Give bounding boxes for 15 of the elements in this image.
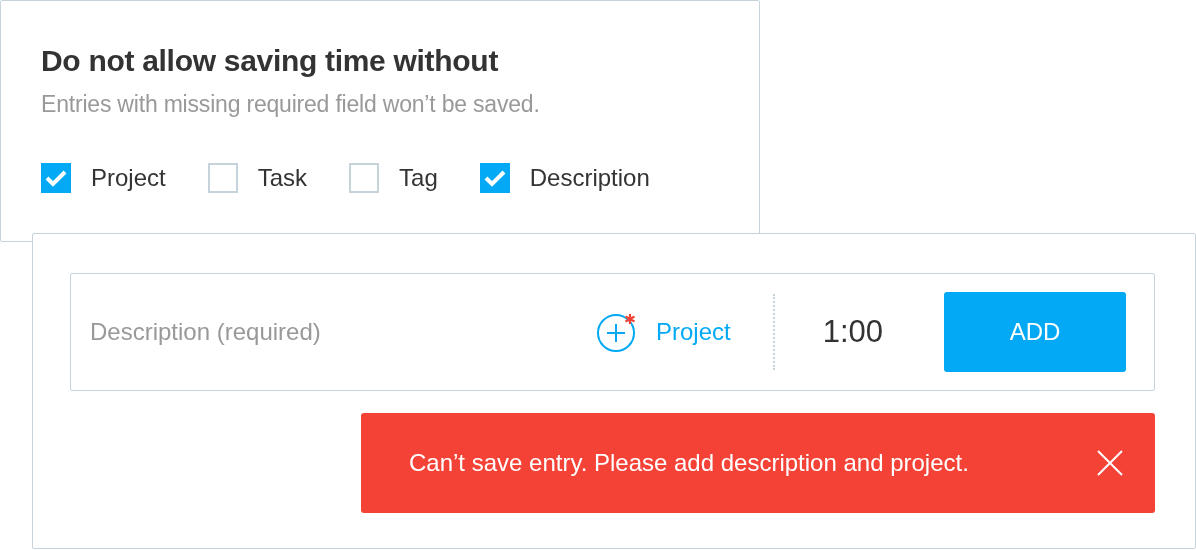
checkbox[interactable] [349,163,380,193]
checkbox-label[interactable]: Project [91,164,166,192]
checkbox[interactable] [479,163,510,193]
close-icon [1097,450,1123,476]
checkbox-label[interactable]: Task [257,164,308,192]
settings-subtitle: Entries with missing required field won’t be saved. [41,90,541,119]
checkbox-label[interactable]: Description [529,164,650,192]
description-field[interactable]: Description (required) [90,318,596,346]
checkbox[interactable] [207,163,238,193]
close-button[interactable] [1095,448,1125,478]
checkbox[interactable] [41,163,71,193]
checkbox-label[interactable]: Tag [399,164,438,192]
settings-title: Do not allow saving time without [41,43,500,79]
duration: 1:00 [822,314,883,350]
error-message: Can’t save entry. Please add description and project. [409,449,970,477]
